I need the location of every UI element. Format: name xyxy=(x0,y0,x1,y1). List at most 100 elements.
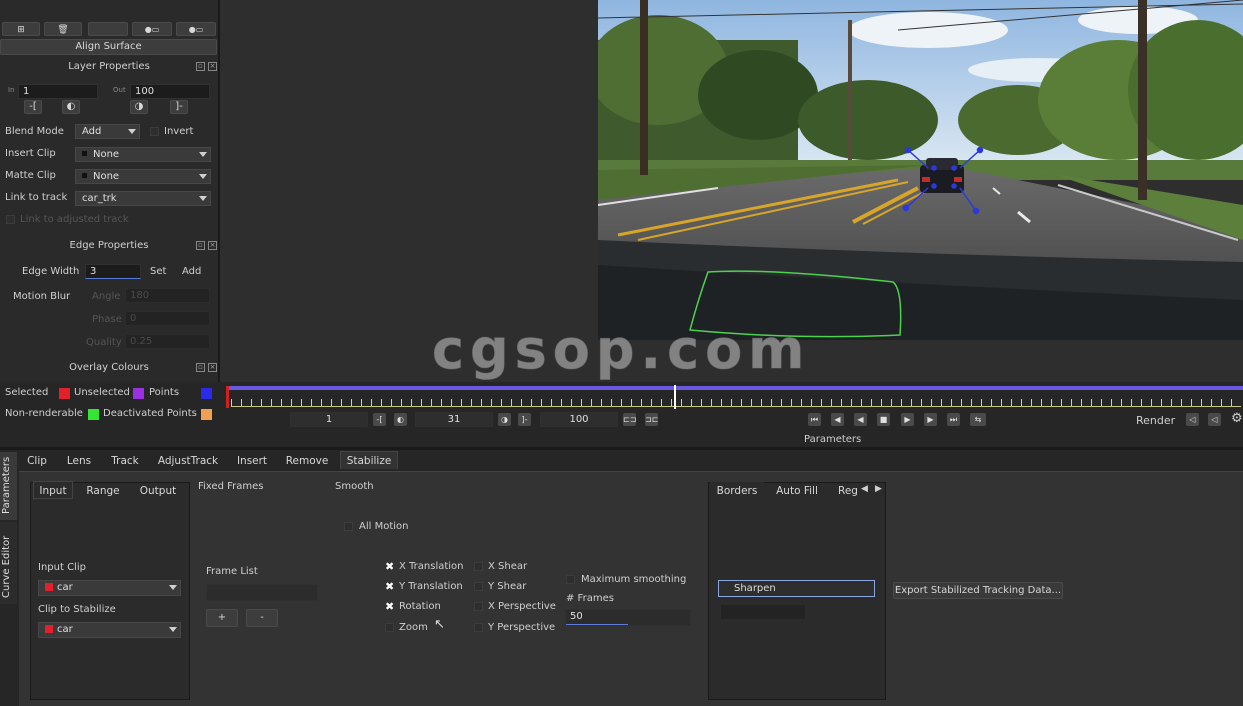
blank-button[interactable] xyxy=(88,22,128,36)
align-surface-button[interactable]: Align Surface xyxy=(0,39,217,55)
blend-mode-select[interactable]: Add xyxy=(75,124,140,139)
x-translation-label: X Translation xyxy=(399,561,464,572)
render-label[interactable]: Render xyxy=(1136,414,1175,427)
frame-list-field[interactable] xyxy=(206,584,318,601)
tab-scroll-right-icon[interactable]: ▶ xyxy=(875,484,882,494)
end-frame-field[interactable]: 100 xyxy=(540,412,618,427)
subtab-output[interactable]: Output xyxy=(132,482,184,500)
out-label: Out xyxy=(113,86,126,94)
link-track-select[interactable]: car_trk xyxy=(75,191,211,206)
timeline-strip[interactable] xyxy=(225,383,1243,411)
side-tab-curve-editor-label: Curve Editor xyxy=(1,535,12,598)
add-button[interactable]: Add xyxy=(182,266,201,277)
step-back-icon[interactable]: ◀ xyxy=(831,413,844,426)
start-frame-field[interactable]: 1 xyxy=(290,412,368,427)
video-frame[interactable] xyxy=(598,0,1243,340)
rotation-checkbox[interactable]: ✖ xyxy=(385,601,394,612)
link-adjusted-checkbox[interactable] xyxy=(6,215,15,224)
side-tab-curve-editor[interactable]: Curve Editor xyxy=(0,522,17,604)
current-frame-field[interactable]: 31 xyxy=(415,412,493,427)
remove-frame-button[interactable]: - xyxy=(246,609,278,627)
in-field[interactable]: 1 xyxy=(18,84,98,99)
tab-lens[interactable]: Lens xyxy=(60,452,98,470)
render-back-icon[interactable]: ◁ xyxy=(1186,413,1199,426)
unselected-swatch[interactable] xyxy=(133,388,144,399)
phase-field[interactable]: 0 xyxy=(125,311,210,326)
quality-field[interactable]: 0.25 xyxy=(125,334,210,349)
subtab-range[interactable]: Range xyxy=(80,482,126,500)
edge-width-field[interactable]: 3 xyxy=(85,264,141,279)
clip-stabilize-select[interactable]: car xyxy=(38,622,181,638)
set-out-button[interactable]: ]- xyxy=(170,100,188,114)
nonrenderable-swatch[interactable] xyxy=(88,409,99,420)
settings-gear-icon[interactable]: ⚙ xyxy=(1231,411,1243,426)
add-frame-button[interactable]: + xyxy=(206,609,238,627)
deactivated-swatch[interactable] xyxy=(201,409,212,420)
tab-scroll-left-icon[interactable]: ◀ xyxy=(861,484,868,494)
step-forward-icon[interactable]: ▶ xyxy=(901,413,914,426)
in-key-button[interactable]: ◐ xyxy=(62,100,80,114)
x-translation-checkbox[interactable]: ✖ xyxy=(385,561,394,572)
x-shear-checkbox[interactable] xyxy=(474,562,483,571)
layer-options-button[interactable]: ●▭ xyxy=(132,22,172,36)
delete-layer-button[interactable]: 🗑 xyxy=(44,22,82,36)
chevron-down-icon xyxy=(169,585,177,590)
float-icon[interactable]: ▫ xyxy=(196,363,205,372)
y-translation-checkbox[interactable]: ✖ xyxy=(385,581,394,592)
tab-auto-fill[interactable]: Auto Fill xyxy=(770,482,824,500)
selected-swatch[interactable] xyxy=(59,388,70,399)
bounce-icon[interactable]: ⊐⊏ xyxy=(645,413,658,426)
add-layer-button[interactable]: ⊞ xyxy=(2,22,40,36)
input-clip-select[interactable]: car xyxy=(38,580,181,596)
out-field[interactable]: 100 xyxy=(130,84,210,99)
tab-reg[interactable]: Reg xyxy=(836,482,860,500)
sharpen-amount-field[interactable] xyxy=(720,604,806,620)
max-smoothing-checkbox[interactable] xyxy=(566,575,575,584)
invert-checkbox[interactable] xyxy=(150,127,159,136)
play-reverse-icon[interactable]: ◀ xyxy=(854,413,867,426)
close-icon[interactable]: × xyxy=(208,363,217,372)
float-icon[interactable]: ▫ xyxy=(196,241,205,250)
stop-icon[interactable]: ■ xyxy=(877,413,890,426)
tab-stabilize[interactable]: Stabilize xyxy=(340,451,398,469)
add-layer-icon: ⊞ xyxy=(17,25,25,35)
out-key-button[interactable]: ◑ xyxy=(130,100,148,114)
playhead[interactable] xyxy=(673,385,676,409)
insert-clip-select[interactable]: None xyxy=(75,147,211,162)
set-in-button[interactable]: -[ xyxy=(24,100,42,114)
loop-icon[interactable]: ⊏⊐ xyxy=(623,413,636,426)
side-tab-parameters[interactable]: Parameters xyxy=(0,452,17,520)
close-icon[interactable]: × xyxy=(208,62,217,71)
tab-remove[interactable]: Remove xyxy=(280,452,334,470)
close-icon[interactable]: × xyxy=(208,241,217,250)
angle-field[interactable]: 180 xyxy=(125,288,210,303)
playback-mode-icon[interactable]: ⇆ xyxy=(970,413,986,426)
prev-key-button[interactable]: ◐ xyxy=(394,413,407,426)
set-button[interactable]: Set xyxy=(150,266,166,277)
subtab-input[interactable]: Input xyxy=(33,481,73,499)
points-swatch[interactable] xyxy=(201,388,212,399)
all-motion-checkbox[interactable] xyxy=(344,522,353,531)
set-end-button[interactable]: ]- xyxy=(518,413,531,426)
tab-borders[interactable]: Borders xyxy=(710,482,764,500)
y-shear-checkbox[interactable] xyxy=(474,582,483,591)
play-icon[interactable]: ▶ xyxy=(924,413,937,426)
y-perspective-checkbox[interactable] xyxy=(474,623,483,632)
matte-clip-select[interactable]: None xyxy=(75,169,211,184)
layer-options-2-button[interactable]: ●▭ xyxy=(176,22,216,36)
clip-color-icon xyxy=(82,151,87,156)
set-start-button[interactable]: -[ xyxy=(373,413,386,426)
zoom-checkbox[interactable] xyxy=(385,623,394,632)
tab-insert[interactable]: Insert xyxy=(230,452,274,470)
next-key-button[interactable]: ◑ xyxy=(498,413,511,426)
float-icon[interactable]: ▫ xyxy=(196,62,205,71)
goto-end-icon[interactable]: ⏭ xyxy=(947,413,960,426)
tab-adjusttrack[interactable]: AdjustTrack xyxy=(152,452,224,470)
render-step-icon[interactable]: ◁ xyxy=(1208,413,1221,426)
goto-start-icon[interactable]: ⏮ xyxy=(808,413,821,426)
sharpen-toggle[interactable]: Sharpen xyxy=(718,580,875,597)
export-stabilized-button[interactable]: Export Stabilized Tracking Data... xyxy=(893,582,1063,599)
tab-track[interactable]: Track xyxy=(104,452,146,470)
tab-clip[interactable]: Clip xyxy=(20,452,54,470)
x-perspective-checkbox[interactable] xyxy=(474,602,483,611)
